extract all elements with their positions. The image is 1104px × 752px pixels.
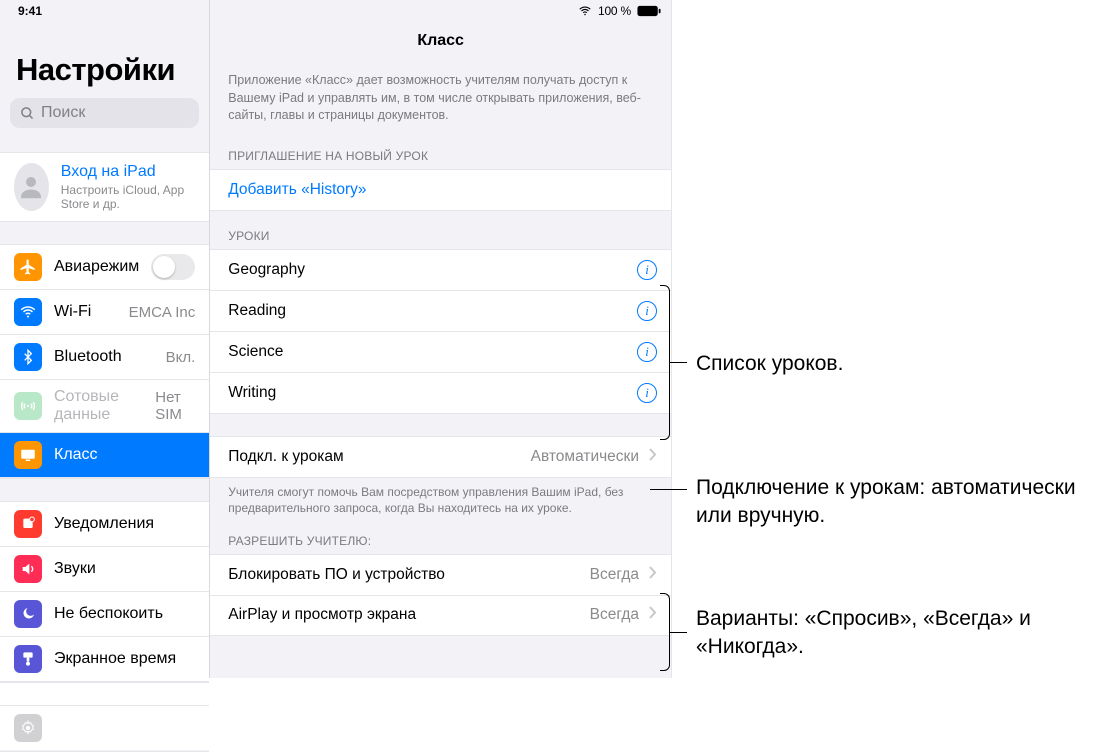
label: Bluetooth bbox=[54, 348, 154, 366]
screentime-icon bbox=[14, 645, 42, 673]
search-placeholder: Поиск bbox=[41, 104, 85, 122]
settings-sidebar: 9:41 Настройки Поиск Вход на iPad Настро… bbox=[0, 0, 210, 678]
classroom-icon bbox=[14, 441, 42, 469]
label: Авиарежим bbox=[54, 258, 139, 276]
add-class-label: Добавить «History» bbox=[228, 181, 366, 199]
join-classes-row[interactable]: Подкл. к урокам Автоматически bbox=[210, 437, 671, 477]
bracket bbox=[660, 593, 670, 671]
join-footer: Учителя смогут помочь Вам посредством уп… bbox=[210, 478, 671, 516]
invite-header: ПРИГЛАШЕНИЕ НА НОВЫЙ УРОК bbox=[210, 131, 671, 169]
callout-join: Подключение к урокам: автоматически или … bbox=[696, 474, 1086, 531]
signin-line1: Вход на iPad bbox=[61, 163, 196, 181]
chevron-right-icon bbox=[649, 448, 657, 466]
label: Уведомления bbox=[54, 515, 195, 533]
value: Нет SIM bbox=[155, 389, 195, 423]
join-value: Автоматически bbox=[531, 448, 639, 466]
detail-pane: 100 % Класс Приложение «Класс» дает возм… bbox=[210, 0, 671, 678]
allow-list: Блокировать ПО и устройство Всегда AirPl… bbox=[210, 554, 671, 636]
cellular-icon bbox=[14, 392, 42, 420]
wifi-icon bbox=[14, 298, 42, 326]
search-field[interactable]: Поиск bbox=[10, 98, 199, 128]
battery-icon bbox=[637, 5, 661, 17]
notifications-icon bbox=[14, 510, 42, 538]
sidebar-item-wifi[interactable]: Wi-Fi EMCA Inc bbox=[0, 289, 209, 334]
sounds-icon bbox=[14, 555, 42, 583]
avatar-icon bbox=[14, 163, 49, 211]
sidebar-item-screentime[interactable]: Экранное время bbox=[0, 636, 209, 682]
wifi-status-icon bbox=[578, 4, 592, 18]
class-row[interactable]: Writing i bbox=[210, 372, 671, 413]
callout-allow: Варианты: «Спросив», «Всегда» и «Никогда… bbox=[696, 605, 1086, 662]
sidebar-item-classroom[interactable]: Класс bbox=[0, 432, 209, 478]
value: EMCA Inc bbox=[129, 304, 196, 321]
detail-description: Приложение «Класс» дает возможность учит… bbox=[210, 50, 671, 131]
invite-list: Добавить «History» bbox=[210, 169, 671, 211]
classes-header: УРОКИ bbox=[210, 211, 671, 249]
class-label: Science bbox=[228, 343, 627, 361]
allow-airplay-row[interactable]: AirPlay и просмотр экрана Всегда bbox=[210, 595, 671, 635]
annotations: Список уроков. Подключение к урокам: авт… bbox=[672, 0, 1104, 678]
allow-label: Блокировать ПО и устройство bbox=[228, 566, 579, 584]
search-icon bbox=[20, 106, 35, 121]
lead-line bbox=[650, 489, 687, 490]
sidebar-title: Настройки bbox=[0, 18, 209, 94]
lead-line bbox=[670, 362, 687, 363]
sidebar-item-dnd[interactable]: Не беспокоить bbox=[0, 591, 209, 636]
status-battery: 100 % bbox=[578, 4, 661, 18]
sidebar-item-cellular[interactable]: Сотовые данные Нет SIM bbox=[0, 379, 209, 432]
class-row[interactable]: Reading i bbox=[210, 290, 671, 331]
signin-row[interactable]: Вход на iPad Настроить iCloud, App Store… bbox=[0, 152, 209, 222]
join-list: Подкл. к урокам Автоматически bbox=[210, 436, 671, 478]
allow-lock-row[interactable]: Блокировать ПО и устройство Всегда bbox=[210, 555, 671, 595]
label: Звуки bbox=[54, 560, 195, 578]
allow-header: РАЗРЕШИТЬ УЧИТЕЛЮ: bbox=[210, 516, 671, 554]
bluetooth-icon bbox=[14, 343, 42, 371]
airplane-icon bbox=[14, 253, 42, 281]
label: Не беспокоить bbox=[54, 605, 195, 623]
class-row[interactable]: Science i bbox=[210, 331, 671, 372]
gear-icon bbox=[14, 714, 42, 742]
chevron-right-icon bbox=[649, 606, 657, 624]
join-label: Подкл. к урокам bbox=[228, 448, 520, 466]
allow-value: Всегда bbox=[590, 606, 639, 624]
allow-label: AirPlay и просмотр экрана bbox=[228, 606, 579, 624]
callout-classes: Список уроков. bbox=[696, 350, 843, 378]
chevron-right-icon bbox=[649, 566, 657, 584]
lead-line bbox=[670, 632, 687, 633]
class-label: Geography bbox=[228, 261, 627, 279]
class-label: Reading bbox=[228, 302, 627, 320]
sidebar-group-alerts: Уведомления Звуки Не беспокоить Экранное… bbox=[0, 501, 209, 683]
info-icon[interactable]: i bbox=[637, 383, 657, 403]
dnd-icon bbox=[14, 600, 42, 628]
signin-text: Вход на iPad Настроить iCloud, App Store… bbox=[61, 163, 196, 211]
signin-line2: Настроить iCloud, App Store и др. bbox=[61, 183, 196, 211]
info-icon[interactable]: i bbox=[637, 301, 657, 321]
bracket bbox=[660, 285, 670, 440]
sidebar-item-bluetooth[interactable]: Bluetooth Вкл. bbox=[0, 334, 209, 379]
sidebar-item-airplane[interactable]: Авиарежим bbox=[0, 245, 209, 289]
label: Сотовые данные bbox=[54, 388, 143, 424]
sidebar-group-connectivity: Авиарежим Wi-Fi EMCA Inc Bluetooth Вкл. bbox=[0, 244, 209, 479]
sidebar-item-notifications[interactable]: Уведомления bbox=[0, 502, 209, 546]
battery-pct: 100 % bbox=[598, 4, 631, 18]
label: Класс bbox=[54, 446, 195, 464]
add-class-button[interactable]: Добавить «History» bbox=[210, 170, 671, 210]
sidebar-item-sounds[interactable]: Звуки bbox=[0, 546, 209, 591]
sidebar-group-general bbox=[0, 705, 209, 752]
class-row[interactable]: Geography i bbox=[210, 250, 671, 290]
info-icon[interactable]: i bbox=[637, 342, 657, 362]
sidebar-item-general[interactable] bbox=[0, 706, 209, 751]
label: Экранное время bbox=[54, 650, 195, 668]
label: Wi-Fi bbox=[54, 303, 117, 321]
class-label: Writing bbox=[228, 384, 627, 402]
value: Вкл. bbox=[166, 349, 196, 366]
allow-value: Всегда bbox=[590, 566, 639, 584]
classes-list: Geography i Reading i Science i Writing … bbox=[210, 249, 671, 414]
info-icon[interactable]: i bbox=[637, 260, 657, 280]
device-frame: 9:41 Настройки Поиск Вход на iPad Настро… bbox=[0, 0, 672, 678]
airplane-toggle[interactable] bbox=[151, 254, 195, 280]
status-time: 9:41 bbox=[0, 0, 209, 18]
